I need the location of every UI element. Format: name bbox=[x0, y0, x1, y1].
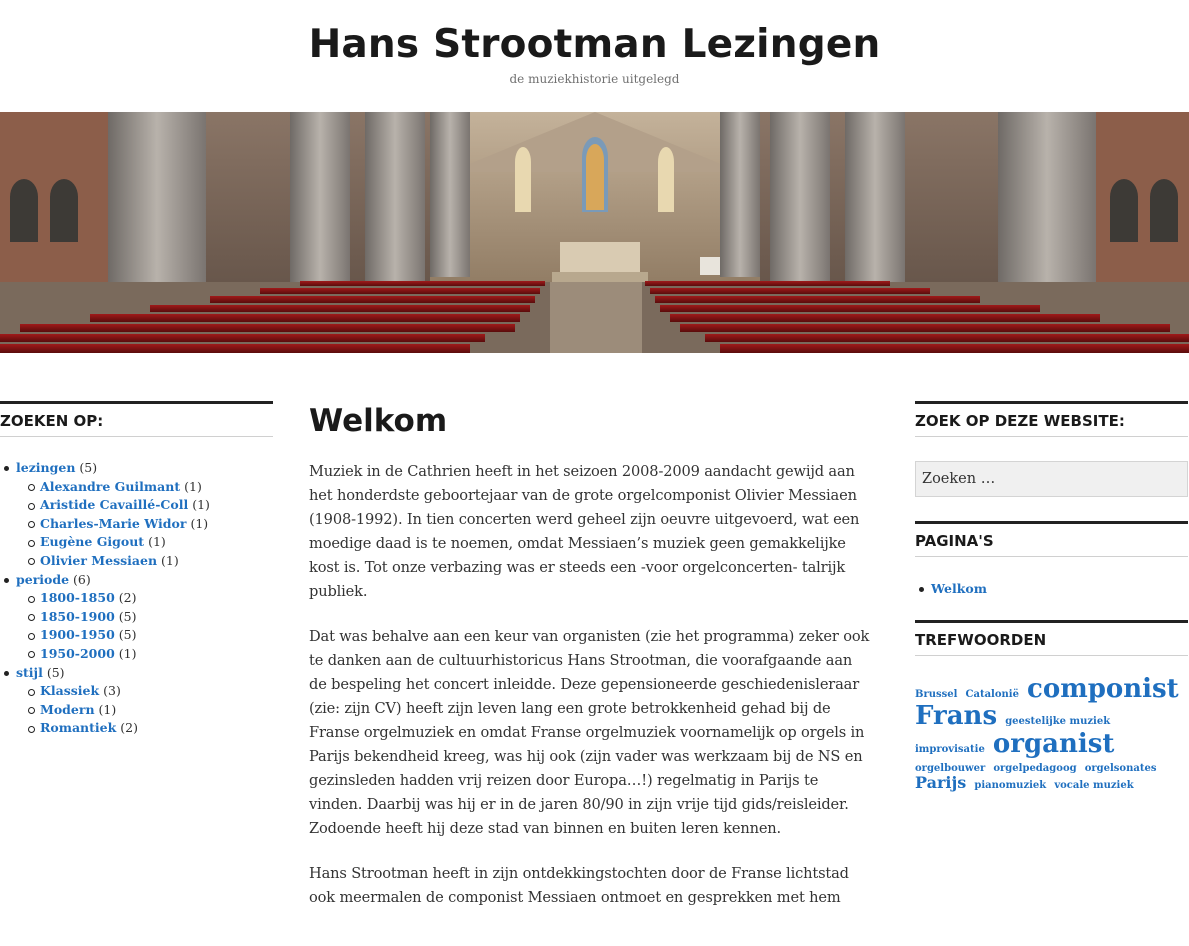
subcategory-count: (1) bbox=[190, 515, 209, 531]
categories-widget-title: ZOEKEN OP: bbox=[0, 401, 273, 437]
category-item-lezingen: lezingen (5) Alexandre Guilmant (1) Aristi… bbox=[0, 459, 273, 571]
subcategory-link[interactable]: Charles-Marie Widor bbox=[40, 516, 186, 531]
subcategory-item: Alexandre Guilmant (1) bbox=[16, 478, 273, 497]
subcategory-item: Romantiek (2) bbox=[16, 719, 273, 738]
subcategory-count: (1) bbox=[184, 478, 202, 494]
tag-link[interactable]: improvisatie bbox=[915, 744, 985, 755]
subcategory-item: 1850-1900 (5) bbox=[16, 608, 273, 627]
subcategory-link[interactable]: Alexandre Guilmant bbox=[40, 479, 180, 494]
subcategory-item: Eugène Gigout (1) bbox=[16, 533, 273, 552]
subcategory-link[interactable]: 1850-1900 bbox=[40, 609, 115, 624]
site-description: de muziekhistorie uitgelegd bbox=[509, 72, 680, 86]
entry-content: Muziek in de Cathrien heeft in het seizo… bbox=[309, 460, 873, 910]
subcategory-link[interactable]: 1900-1950 bbox=[40, 627, 115, 642]
subcategory-item: Olivier Messiaen (1) bbox=[16, 552, 273, 571]
header-image bbox=[0, 112, 1189, 353]
subcategory-count: (2) bbox=[120, 720, 138, 736]
subcategory-count: (1) bbox=[192, 497, 210, 513]
church-interior-image bbox=[0, 112, 1189, 353]
subcategory-link[interactable]: Klassiek bbox=[40, 683, 99, 698]
tag-link[interactable]: vocale muziek bbox=[1054, 780, 1133, 791]
tag-link[interactable]: Parijs bbox=[915, 773, 966, 792]
subcategory-item: Klassiek (3) bbox=[16, 682, 273, 701]
right-sidebar: ZOEK OP DEZE WEBSITE: PAGINA'S Welkom TR… bbox=[915, 401, 1188, 791]
subcategory-link[interactable]: Romantiek bbox=[40, 720, 116, 735]
main-content: Welkom Muziek in de Cathrien heeft in he… bbox=[309, 402, 873, 910]
pages-list: Welkom bbox=[915, 581, 1188, 596]
tag-cloud: Brussel Catalonië componist Frans geeste… bbox=[915, 674, 1188, 792]
subcategory-count: (5) bbox=[118, 627, 137, 643]
search-input[interactable] bbox=[915, 461, 1188, 497]
subcategory-count: (5) bbox=[118, 608, 137, 624]
category-count: (5) bbox=[46, 664, 65, 680]
category-link[interactable]: periode bbox=[16, 572, 69, 587]
tag-link[interactable]: Catalonië bbox=[966, 689, 1019, 700]
category-item-stijl: stijl (5) Klassiek (3) Modern (1) Romantiek… bbox=[0, 664, 273, 738]
subcategory-item: Charles-Marie Widor (1) bbox=[16, 515, 273, 534]
subcategory-count: (1) bbox=[148, 534, 166, 550]
subcategory-item: 1950-2000 (1) bbox=[16, 645, 273, 664]
tag-link[interactable]: geestelijke muziek bbox=[1005, 716, 1110, 728]
page-link-welkom[interactable]: Welkom bbox=[931, 581, 987, 596]
tag-link[interactable]: orgelsonates bbox=[1085, 763, 1157, 774]
subcategory-link[interactable]: Olivier Messiaen bbox=[40, 553, 157, 568]
tags-widget: TREFWOORDEN Brussel Catalonië componist … bbox=[915, 620, 1188, 791]
paragraph: Muziek in de Cathrien heeft in het seizo… bbox=[309, 463, 860, 600]
tags-widget-title: TREFWOORDEN bbox=[915, 620, 1188, 656]
tag-link[interactable]: componist bbox=[1027, 674, 1179, 704]
subcategory-item: Aristide Cavaillé-Coll (1) bbox=[16, 496, 273, 515]
subcategory-link[interactable]: 1950-2000 bbox=[40, 646, 115, 661]
tag-link[interactable]: Frans bbox=[915, 701, 997, 731]
subcategory-count: (1) bbox=[118, 645, 137, 661]
site-title[interactable]: Hans Strootman Lezingen bbox=[0, 22, 1189, 67]
page-title: Welkom bbox=[309, 403, 448, 439]
list-item: Welkom bbox=[915, 581, 1188, 596]
tag-link[interactable]: pianomuziek bbox=[974, 780, 1046, 791]
category-tree: lezingen (5) Alexandre Guilmant (1) Aristi… bbox=[0, 459, 273, 738]
category-count: (6) bbox=[73, 571, 91, 587]
paragraph: Dat was behalve aan een keur van organis… bbox=[309, 628, 870, 837]
search-widget-title: ZOEK OP DEZE WEBSITE: bbox=[915, 401, 1188, 437]
paragraph: Hans Strootman heeft in zijn ontdekkings… bbox=[309, 865, 849, 906]
pages-widget-title: PAGINA'S bbox=[915, 521, 1188, 557]
subcategory-item: 1900-1950 (5) bbox=[16, 626, 273, 645]
subcategory-count: (2) bbox=[118, 590, 137, 606]
left-sidebar: ZOEKEN OP: lezingen (5) Alexandre Guilman… bbox=[0, 401, 273, 738]
category-item-periode: periode (6) 1800-1850 (2) 1850-1900 (5) 190… bbox=[0, 571, 273, 664]
site-header: Hans Strootman Lezingen de muziekhistori… bbox=[0, 0, 1189, 112]
subcategory-count: (1) bbox=[161, 552, 179, 568]
subcategory-count: (1) bbox=[98, 701, 117, 717]
category-link[interactable]: lezingen bbox=[16, 460, 75, 475]
subcategory-count: (3) bbox=[103, 683, 121, 699]
subcategory-link[interactable]: Eugène Gigout bbox=[40, 534, 144, 549]
tag-link[interactable]: organist bbox=[993, 729, 1115, 759]
subcategory-link[interactable]: 1800-1850 bbox=[40, 590, 115, 605]
subcategory-item: Modern (1) bbox=[16, 701, 273, 720]
subcategory-link[interactable]: Modern bbox=[40, 702, 95, 717]
subcategory-item: 1800-1850 (2) bbox=[16, 589, 273, 608]
category-count: (5) bbox=[79, 460, 98, 475]
tag-link[interactable]: Brussel bbox=[915, 689, 957, 700]
category-link[interactable]: stijl bbox=[16, 665, 43, 680]
pages-widget: PAGINA'S Welkom bbox=[915, 521, 1188, 596]
tag-link[interactable]: orgelpedagoog bbox=[993, 763, 1076, 774]
subcategory-link[interactable]: Aristide Cavaillé-Coll bbox=[40, 497, 188, 512]
